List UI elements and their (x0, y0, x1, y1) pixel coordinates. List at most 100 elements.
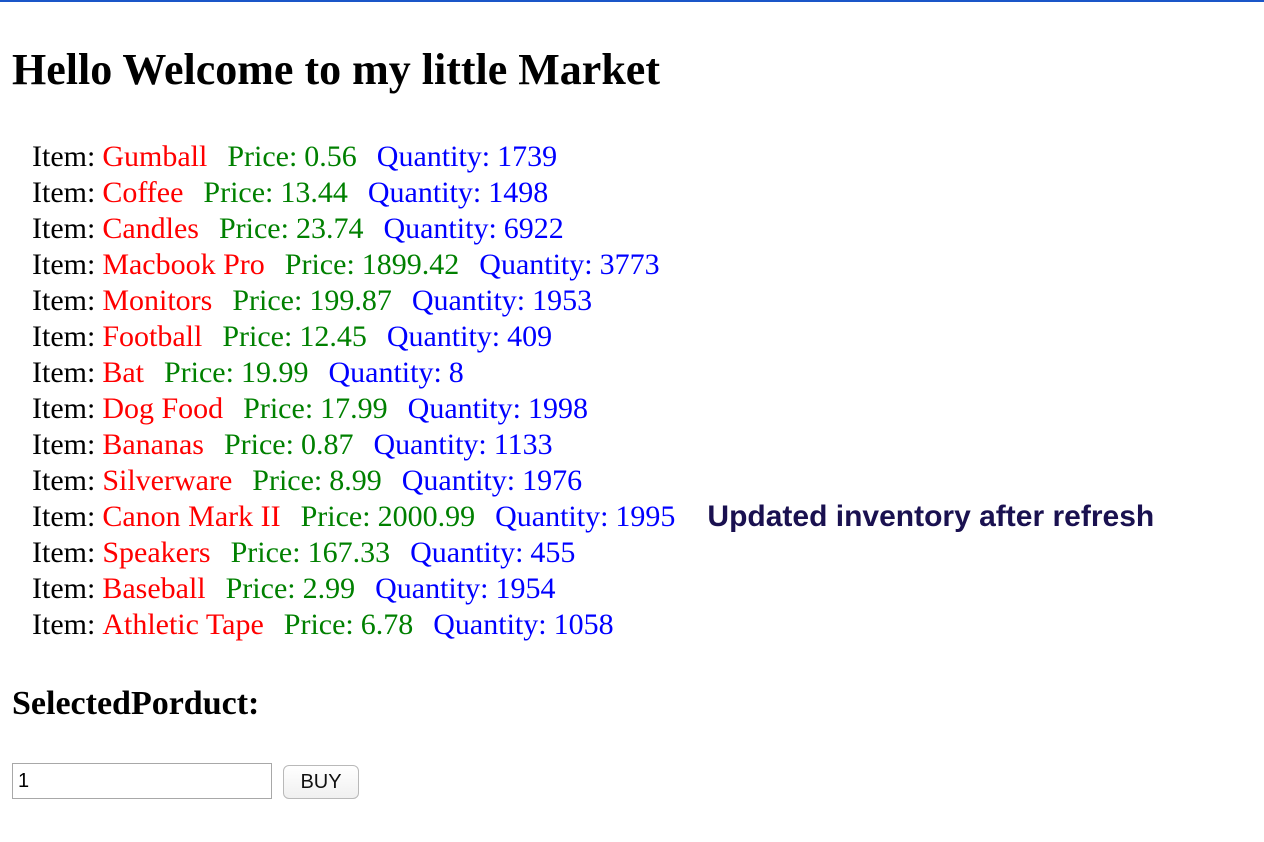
quantity-label: Quantity: (375, 572, 489, 605)
price-value: 19.99 (240, 356, 309, 389)
item-name: Bananas (102, 428, 204, 461)
item-name: Bat (102, 356, 144, 389)
quantity-value: 1133 (493, 428, 553, 461)
list-item: Item: Gumball Price: 0.56 Quantity: 1739 (32, 139, 1154, 175)
inventory-update-note: Updated inventory after refresh (707, 500, 1155, 533)
item-label: Item: (32, 356, 96, 389)
list-item: Item: Bananas Price: 0.87 Quantity: 1133 (32, 427, 1154, 463)
quantity-value: 1953 (532, 284, 593, 317)
quantity-label: Quantity: (386, 320, 501, 353)
quantity-value: 8 (448, 356, 464, 389)
price-value: 8.99 (329, 464, 382, 497)
item-label: Item: (32, 572, 96, 605)
quantity-label: Quantity: (433, 608, 547, 641)
price-value: 17.99 (320, 392, 388, 425)
quantity-label: Quantity: (373, 428, 487, 461)
item-label: Item: (32, 500, 96, 533)
price-value: 6.78 (360, 608, 414, 641)
list-item: Item: Coffee Price: 13.44 Quantity: 1498 (32, 175, 1154, 211)
price-value: 23.74 (295, 212, 364, 245)
quantity-label: Quantity: (411, 284, 526, 317)
quantity-value: 1739 (497, 140, 558, 173)
item-label: Item: (32, 608, 96, 641)
selected-product-heading: SelectedPorduct: (12, 685, 260, 722)
quantity-value: 409 (507, 320, 553, 353)
item-name: Speakers (102, 536, 211, 569)
quantity-label: Quantity: (495, 500, 609, 533)
quantity-value: 1976 (522, 464, 583, 497)
price-label: Price: (218, 212, 289, 245)
list-item: Item: Speakers Price: 167.33 Quantity: 455 (32, 535, 1154, 571)
list-item: Item: Bat Price: 19.99 Quantity: 8 (32, 355, 1154, 391)
quantity-value: 6922 (503, 212, 564, 245)
item-label: Item: (32, 536, 96, 569)
price-label: Price: (223, 428, 294, 461)
price-label: Price: (252, 464, 323, 497)
price-value: 167.33 (307, 536, 391, 569)
item-label: Item: (32, 392, 96, 425)
list-item: Item: Macbook Pro Price: 1899.42 Quantity: 37… (32, 247, 1154, 283)
item-name: Baseball (102, 572, 206, 605)
quantity-label: Quantity: (383, 212, 497, 245)
list-item: Item: Baseball Price: 2.99 Quantity: 1954 (32, 571, 1154, 607)
quantity-value: 1998 (527, 392, 588, 425)
quantity-value: 455 (530, 536, 576, 569)
item-name: Canon Mark II (102, 500, 281, 533)
price-label: Price: (283, 608, 354, 641)
price-value: 0.87 (300, 428, 354, 461)
list-item: Item: Dog Food Price: 17.99 Quantity: 1998 (32, 391, 1154, 427)
quantity-value: 1058 (553, 608, 614, 641)
price-label: Price: (300, 500, 371, 533)
quantity-label: Quantity: (367, 176, 482, 209)
price-value: 12.45 (299, 320, 367, 353)
item-name: Macbook Pro (102, 248, 265, 281)
list-item: Item: Candles Price: 23.74 Quantity: 6922 (32, 211, 1154, 247)
quantity-label: Quantity: (407, 392, 521, 425)
page-title: Hello Welcome to my little Market (12, 45, 660, 94)
item-label: Item: (32, 212, 96, 245)
price-value: 2.99 (302, 572, 356, 605)
price-label: Price: (225, 572, 296, 605)
price-value: 0.56 (304, 140, 357, 173)
item-label: Item: (32, 428, 96, 461)
item-label: Item: (32, 140, 96, 173)
item-name: Candles (102, 212, 199, 245)
price-label: Price: (163, 356, 234, 389)
item-name: Coffee (102, 176, 184, 209)
item-name: Gumball (102, 140, 208, 173)
price-label: Price: (284, 248, 355, 281)
item-label: Item: (32, 320, 96, 353)
inventory-list: Item: Gumball Price: 0.56 Quantity: 1739 Item:… (32, 139, 1154, 643)
item-label: Item: (32, 464, 96, 497)
price-label: Price: (222, 320, 293, 353)
list-item: Item: Athletic Tape Price: 6.78 Quantity: 105… (32, 607, 1154, 643)
price-value: 2000.99 (377, 500, 476, 533)
quantity-value: 1954 (495, 572, 556, 605)
price-label: Price: (243, 392, 314, 425)
list-item: Item: Canon Mark II Price: 2000.99 Quantity:… (32, 499, 1154, 535)
item-label: Item: (32, 176, 96, 209)
quantity-label: Quantity: (376, 140, 491, 173)
price-label: Price: (230, 536, 301, 569)
quantity-label: Quantity: (410, 536, 524, 569)
item-name: Monitors (102, 284, 213, 317)
quantity-label: Quantity: (401, 464, 516, 497)
quantity-value: 3773 (599, 248, 660, 281)
quantity-label: Quantity: (479, 248, 593, 281)
quantity-value: 1498 (488, 176, 549, 209)
price-label: Price: (227, 140, 298, 173)
quantity-input[interactable] (12, 763, 272, 799)
quantity-label: Quantity: (328, 356, 442, 389)
quantity-value: 1995 (615, 500, 676, 533)
list-item: Item: Silverware Price: 8.99 Quantity: 1976 (32, 463, 1154, 499)
item-name: Athletic Tape (102, 608, 264, 641)
item-name: Football (102, 320, 203, 353)
price-value: 13.44 (280, 176, 348, 209)
item-label: Item: (32, 284, 96, 317)
price-value: 199.87 (309, 284, 392, 317)
price-value: 1899.42 (361, 248, 460, 281)
buy-button[interactable]: BUY (283, 765, 359, 799)
item-name: Silverware (102, 464, 233, 497)
list-item: Item: Football Price: 12.45 Quantity: 409 (32, 319, 1154, 355)
price-label: Price: (232, 284, 303, 317)
